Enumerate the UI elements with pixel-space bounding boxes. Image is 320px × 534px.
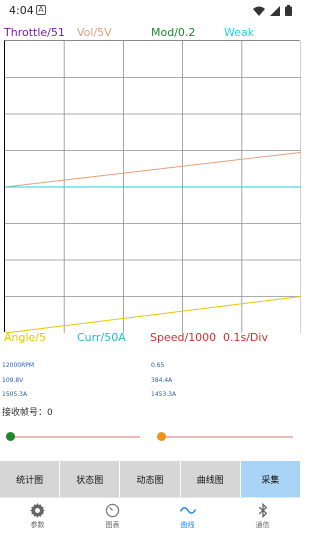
readout-r3c1: 1505.3A bbox=[2, 391, 28, 398]
slider-2-track[interactable] bbox=[157, 436, 293, 438]
system-icons bbox=[253, 5, 292, 16]
gear-icon bbox=[30, 502, 45, 518]
slider-1-thumb[interactable] bbox=[6, 432, 15, 441]
legend-bottom: Angle/5 Curr/50A Speed/1000 0.1s/Div bbox=[0, 331, 300, 347]
legend-vol: Vol/5V bbox=[77, 26, 112, 39]
series-line-0 bbox=[5, 151, 301, 188]
readout-r1c2: 0.65 bbox=[151, 362, 165, 369]
bottom-nav: 参数 图表 曲线 通信 bbox=[0, 497, 300, 534]
gauge-icon bbox=[105, 503, 120, 517]
legend-speed: Speed/1000 bbox=[150, 331, 217, 344]
notification-icon: A bbox=[36, 5, 46, 15]
readout-r2c2: 384.4A bbox=[151, 377, 173, 384]
legend-time-div: 0.1s/Div bbox=[223, 331, 268, 344]
slider-2[interactable] bbox=[157, 432, 293, 442]
nav-comm[interactable]: 通信 bbox=[225, 498, 300, 534]
legend-throttle: Throttle/51 bbox=[4, 26, 65, 39]
status-time: 4:04 bbox=[9, 4, 34, 17]
bluetooth-icon bbox=[258, 502, 267, 518]
slider-1[interactable] bbox=[6, 432, 140, 442]
collect-button[interactable]: 采集 bbox=[240, 461, 301, 497]
stats-chart-button[interactable]: 统计图 bbox=[0, 461, 60, 497]
nav-params-label: 参数 bbox=[30, 520, 45, 529]
state-chart-button[interactable]: 状态图 bbox=[60, 461, 120, 497]
slider-2-thumb[interactable] bbox=[157, 432, 166, 441]
nav-comm-label: 通信 bbox=[255, 520, 270, 529]
legend-angle: Angle/5 bbox=[4, 331, 47, 344]
plot-svg bbox=[5, 41, 301, 333]
status-bar: 4:04 A bbox=[0, 0, 300, 24]
nav-curve-label: 曲线 bbox=[180, 520, 195, 529]
dynamic-chart-button[interactable]: 动态图 bbox=[120, 461, 180, 497]
battery-icon bbox=[285, 5, 292, 16]
wave-icon bbox=[179, 506, 196, 514]
legend-weak: Weak bbox=[224, 26, 255, 39]
nav-gauge[interactable]: 图表 bbox=[75, 498, 150, 534]
nav-curve[interactable]: 曲线 bbox=[150, 498, 225, 534]
readout-voltage: 109.8V bbox=[2, 377, 24, 384]
recv-frame-label: 接收帧号：0 bbox=[2, 408, 53, 418]
wifi-icon bbox=[253, 6, 265, 16]
chart-mode-buttons: 统计图 状态图 动态图 曲线图 采集 bbox=[0, 461, 301, 497]
legend-curr: Curr/50A bbox=[77, 331, 126, 344]
series-line-2 bbox=[5, 296, 301, 333]
curve-chart-button[interactable]: 曲线图 bbox=[180, 461, 240, 497]
readout-r3c2: 1453.3A bbox=[151, 391, 177, 398]
curve-plot bbox=[4, 40, 301, 333]
slider-1-track[interactable] bbox=[6, 436, 140, 438]
legend-mod: Mod/0.2 bbox=[151, 26, 196, 39]
nav-params[interactable]: 参数 bbox=[0, 498, 75, 534]
nav-gauge-label: 图表 bbox=[105, 520, 120, 529]
signal-icon bbox=[270, 5, 280, 16]
readout-rpm: 12000RPM bbox=[2, 362, 35, 369]
